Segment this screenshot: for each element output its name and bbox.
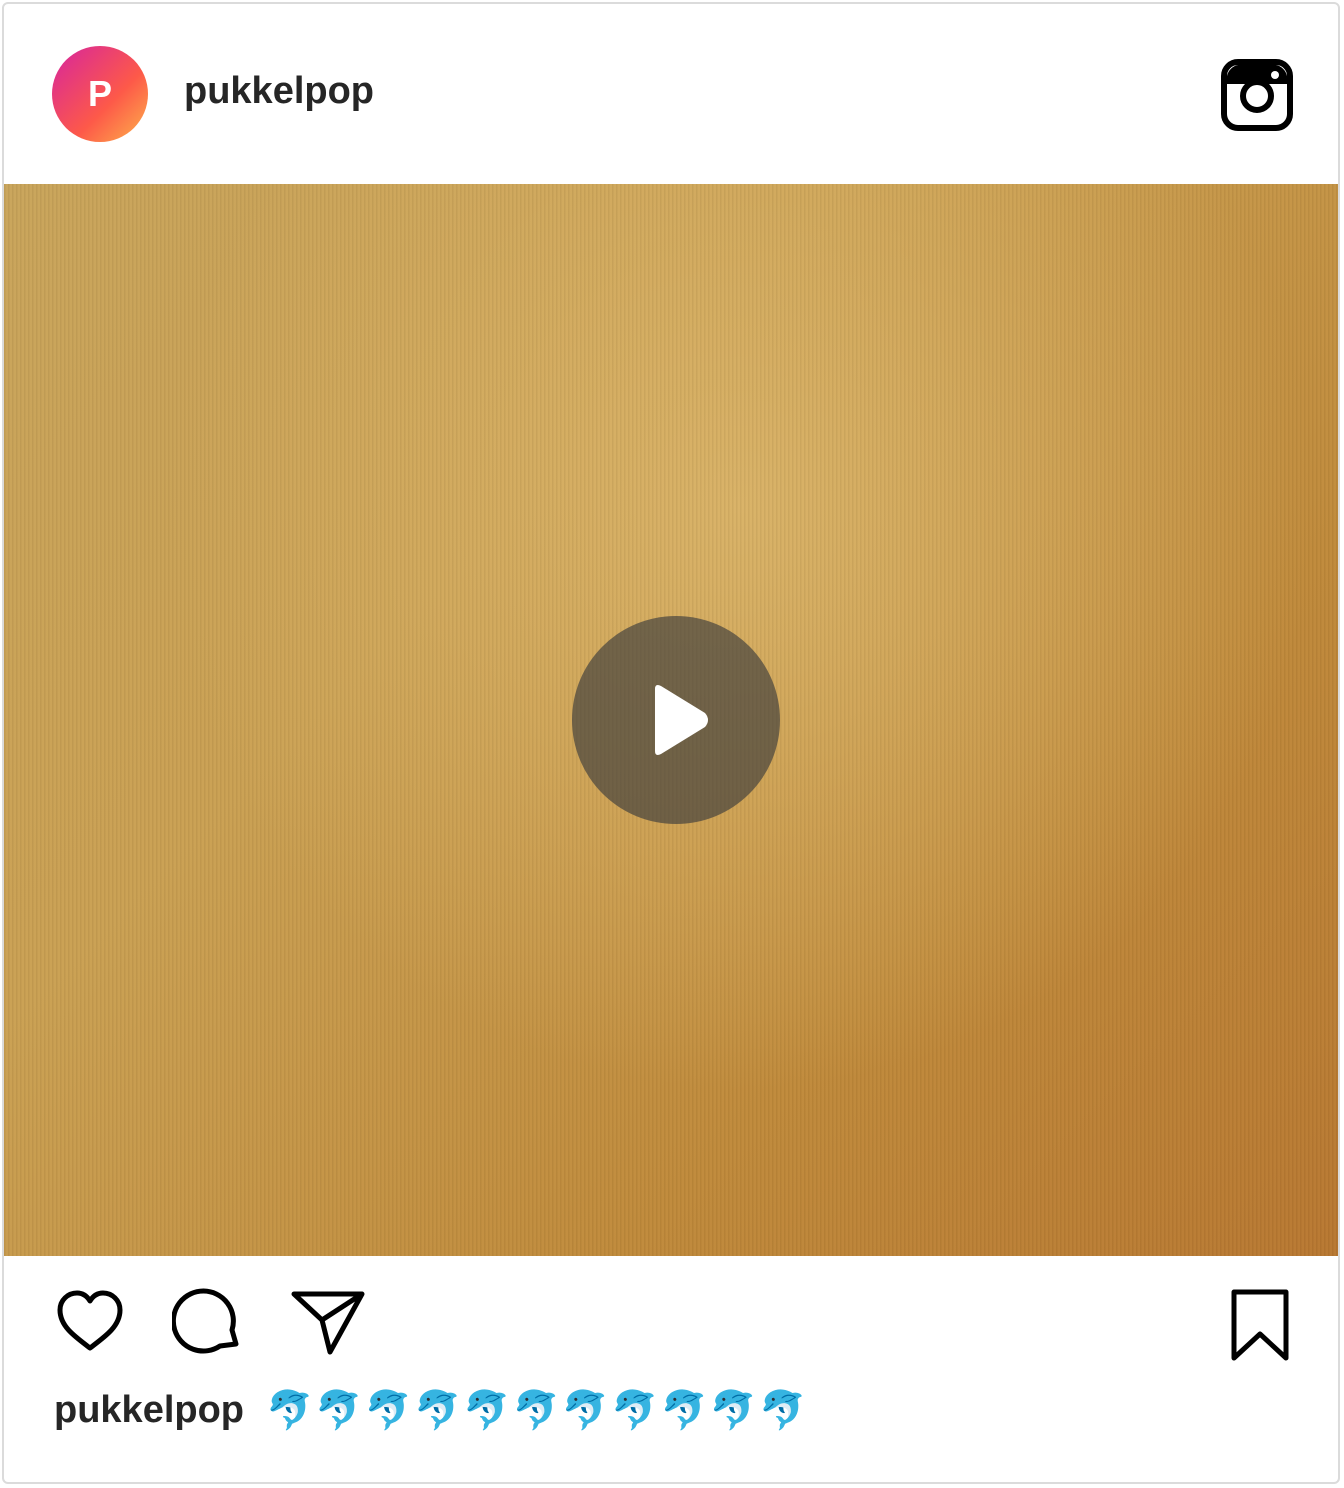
save-button[interactable] [1226, 1288, 1294, 1362]
instagram-logo-icon[interactable] [1220, 58, 1294, 132]
caption-username[interactable]: pukkelpop [54, 1389, 244, 1432]
post-header: P pukkelpop [4, 4, 1338, 184]
post-video[interactable] [4, 184, 1338, 1256]
paper-plane-icon [291, 1291, 365, 1355]
avatar[interactable]: P [52, 46, 148, 142]
play-icon [655, 685, 708, 755]
post-caption: pukkelpop 🐬🐬🐬🐬🐬🐬🐬🐬🐬🐬🐬 [54, 1380, 809, 1440]
caption-text: 🐬🐬🐬🐬🐬🐬🐬🐬🐬🐬🐬 [266, 1387, 809, 1432]
like-button[interactable] [54, 1286, 126, 1358]
post-username[interactable]: pukkelpop [184, 70, 374, 113]
share-button[interactable] [290, 1288, 366, 1356]
comment-button[interactable] [170, 1286, 244, 1358]
instagram-post-card: P pukkelpop pukkelpop 🐬🐬🐬🐬🐬🐬🐬🐬🐬🐬🐬 [2, 2, 1340, 1484]
heart-icon [57, 1290, 123, 1351]
comment-bubble-icon [170, 1288, 239, 1354]
bookmark-icon [1231, 1289, 1289, 1361]
play-button[interactable] [572, 616, 780, 824]
avatar-letter: P [87, 73, 112, 114]
post-actions [4, 1256, 1338, 1386]
